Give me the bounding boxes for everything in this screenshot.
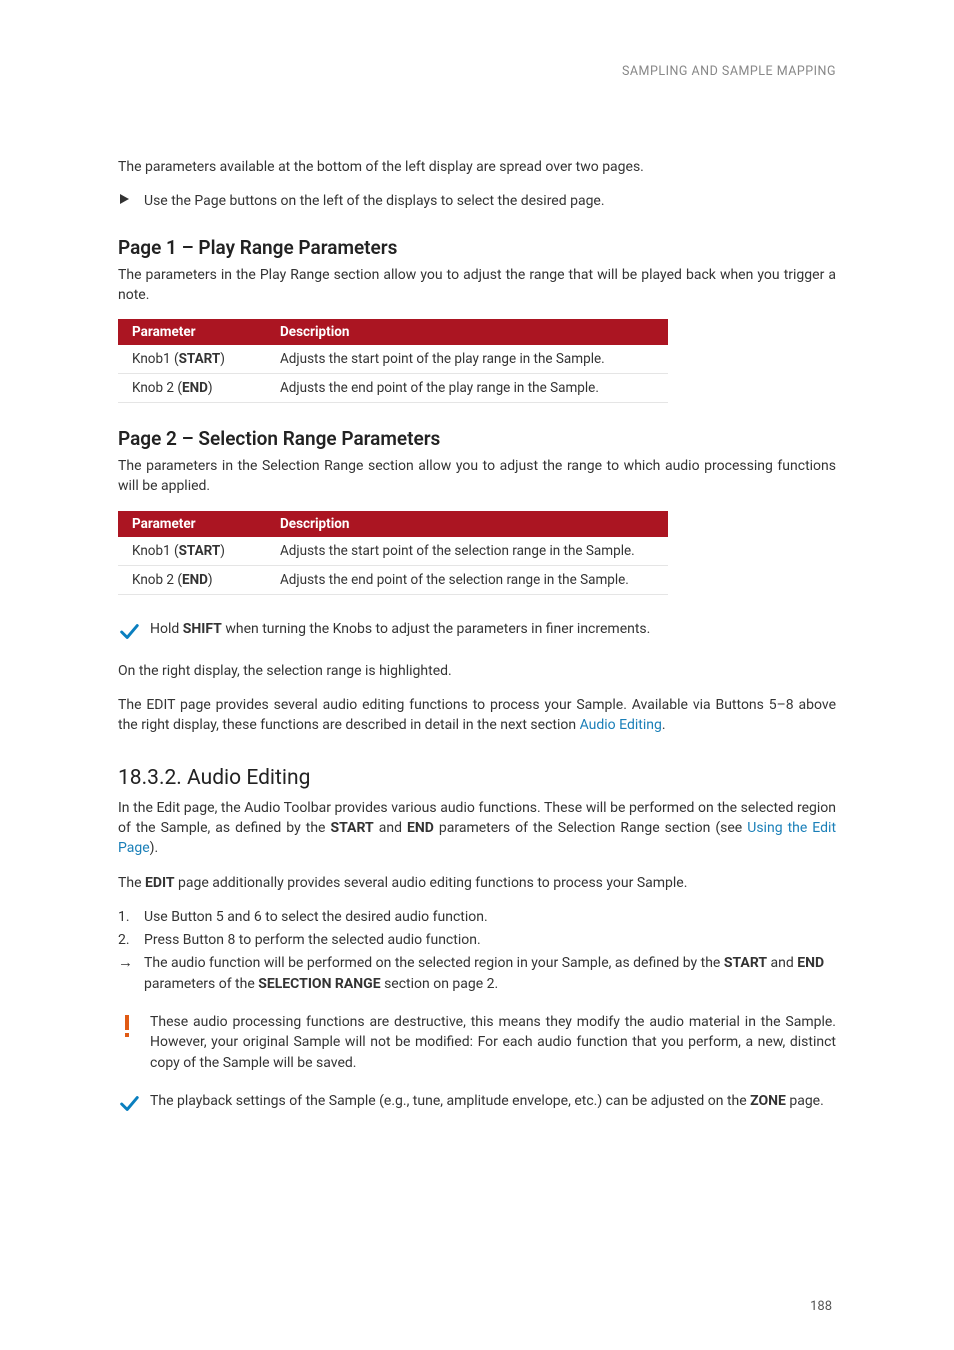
step-text: Press Button 8 to perform the selected a… <box>144 930 836 950</box>
breadcrumb: SAMPLING AND SAMPLE MAPPING <box>118 64 836 79</box>
page1-heading: Page 1 – Play Range Parameters <box>118 236 836 259</box>
tip-text: The playback settings of the Sample (e.g… <box>150 1091 824 1111</box>
table-header-parameter: Parameter <box>118 319 266 345</box>
instruction-row: Use the Page buttons on the left of the … <box>118 191 836 211</box>
edit-page-paragraph: The EDIT page provides several audio edi… <box>118 695 836 736</box>
section-1832-p2: The EDIT page additionally provides seve… <box>118 873 836 893</box>
page2-paragraph: The parameters in the Selection Range se… <box>118 456 836 497</box>
page1-paragraph: The parameters in the Play Range section… <box>118 265 836 306</box>
page1-table: Parameter Description Knob1 (START) Adju… <box>118 319 668 403</box>
page2-table: Parameter Description Knob1 (START) Adju… <box>118 511 668 595</box>
desc-cell: Adjusts the end point of the selection r… <box>266 565 668 594</box>
tip-text: Hold SHIFT when turning the Knobs to adj… <box>150 619 650 639</box>
section-1832-heading: 18.3.2. Audio Editing <box>118 766 836 790</box>
table-header-description: Description <box>266 511 668 537</box>
right-display-paragraph: On the right display, the selection rang… <box>118 661 836 681</box>
instruction-text: Use the Page buttons on the left of the … <box>144 191 605 211</box>
desc-cell: Adjusts the start point of the selection… <box>266 537 668 566</box>
list-item: 1. Use Button 5 and 6 to select the desi… <box>118 907 836 927</box>
step-text: The audio function will be performed on … <box>144 953 836 994</box>
document-page: SAMPLING AND SAMPLE MAPPING The paramete… <box>0 0 954 1350</box>
exclamation-icon <box>118 1012 150 1038</box>
section-1832-p1: In the Edit page, the Audio Toolbar prov… <box>118 798 836 859</box>
table-header-parameter: Parameter <box>118 511 266 537</box>
table-row: Knob1 (START) Adjusts the start point of… <box>118 345 668 374</box>
table-row: Knob 2 (END) Adjusts the end point of th… <box>118 565 668 594</box>
table-header-description: Description <box>266 319 668 345</box>
warning-callout: These audio processing functions are des… <box>118 1012 836 1073</box>
check-icon <box>118 1091 150 1115</box>
table-row: Knob 2 (END) Adjusts the end point of th… <box>118 374 668 403</box>
param-cell: Knob1 (START) <box>118 345 266 374</box>
desc-cell: Adjusts the end point of the play range … <box>266 374 668 403</box>
param-cell: Knob 2 (END) <box>118 565 266 594</box>
audio-editing-link[interactable]: Audio Editing <box>580 717 662 733</box>
list-item: 2. Press Button 8 to perform the selecte… <box>118 930 836 950</box>
param-cell: Knob1 (START) <box>118 537 266 566</box>
step-number: 2. <box>118 930 144 950</box>
warning-text: These audio processing functions are des… <box>150 1012 836 1073</box>
desc-cell: Adjusts the start point of the play rang… <box>266 345 668 374</box>
tip-callout: Hold SHIFT when turning the Knobs to adj… <box>118 619 836 643</box>
page-number: 188 <box>810 1299 832 1314</box>
table-row: Knob1 (START) Adjusts the start point of… <box>118 537 668 566</box>
arrow-right-icon: → <box>118 953 144 973</box>
list-item: → The audio function will be performed o… <box>118 953 836 994</box>
steps-list: 1. Use Button 5 and 6 to select the desi… <box>118 907 836 994</box>
tip-callout: The playback settings of the Sample (e.g… <box>118 1091 836 1115</box>
step-number: 1. <box>118 907 144 927</box>
triangle-right-icon <box>118 191 144 205</box>
page2-heading: Page 2 – Selection Range Parameters <box>118 427 836 450</box>
param-cell: Knob 2 (END) <box>118 374 266 403</box>
step-text: Use Button 5 and 6 to select the desired… <box>144 907 836 927</box>
intro-paragraph: The parameters available at the bottom o… <box>118 157 836 177</box>
check-icon <box>118 619 150 643</box>
